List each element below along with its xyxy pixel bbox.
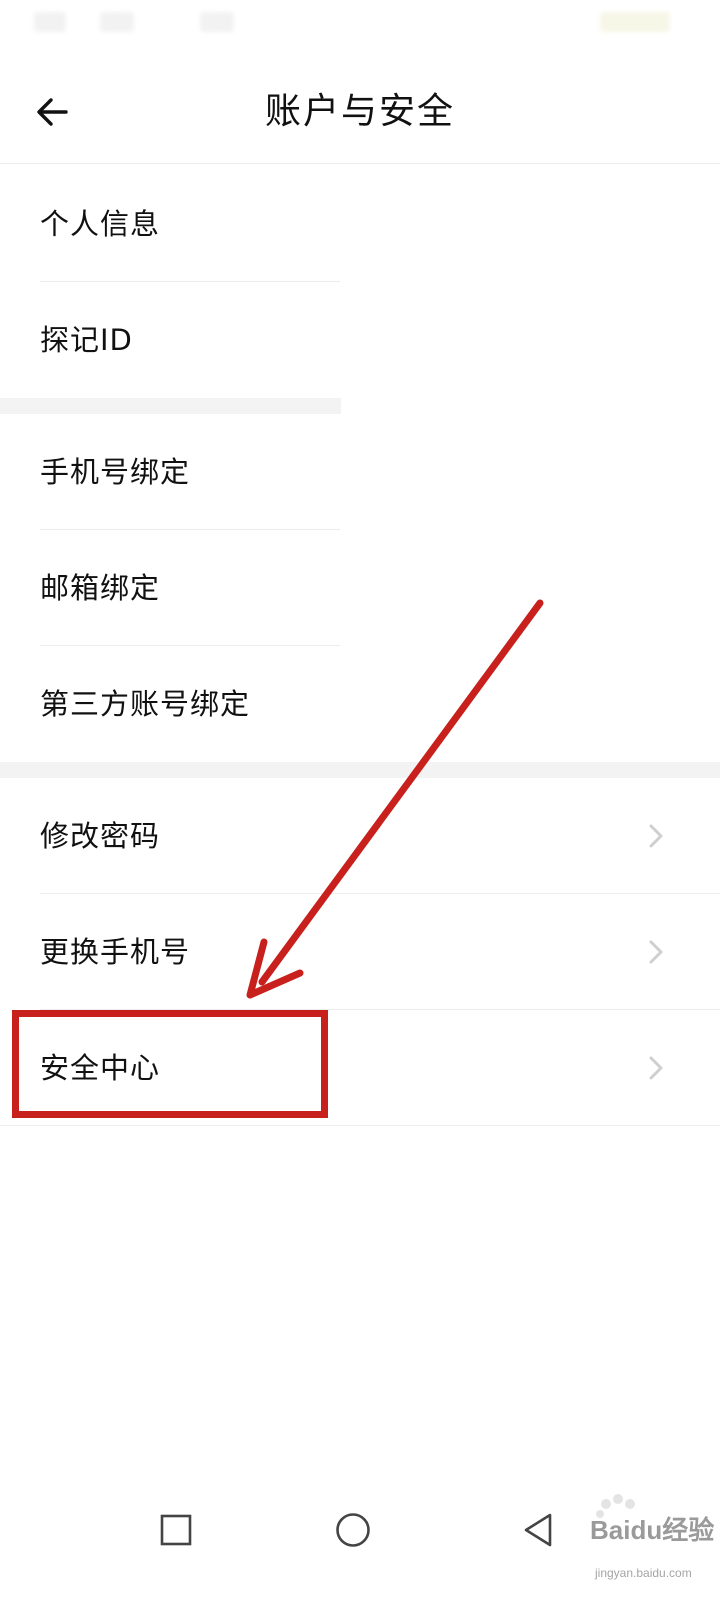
top-app-bar: 账户与安全 xyxy=(0,50,720,164)
watermark-subtext: jingyan.baidu.com xyxy=(595,1566,692,1580)
section-divider xyxy=(0,398,341,414)
menu-item-personal-info[interactable]: 个人信息 xyxy=(0,166,720,282)
highlight-box xyxy=(12,1010,328,1118)
battery-icon xyxy=(600,12,670,32)
section-divider xyxy=(0,762,720,778)
status-icon xyxy=(34,12,66,32)
chevron-right-icon xyxy=(649,1056,663,1080)
status-bar xyxy=(0,0,720,44)
menu-item-change-phone[interactable]: 更换手机号 xyxy=(0,894,720,1010)
home-button[interactable] xyxy=(329,1506,377,1554)
menu-item-tanji-id[interactable]: 探记ID xyxy=(0,282,720,398)
chevron-right-icon xyxy=(649,824,663,848)
circle-icon xyxy=(336,1513,370,1547)
menu-item-third-party-binding[interactable]: 第三方账号绑定 xyxy=(0,646,720,762)
page-title: 账户与安全 xyxy=(264,91,455,132)
menu-item-label: 修改密码 xyxy=(40,819,161,853)
menu-item-label: 第三方账号绑定 xyxy=(40,687,251,721)
status-icon xyxy=(100,12,134,32)
watermark-text: Baidu经验 xyxy=(590,1515,715,1545)
menu-item-label: 手机号绑定 xyxy=(40,455,191,489)
chevron-right-icon xyxy=(649,940,663,964)
status-icon xyxy=(200,12,234,32)
menu-item-email-binding[interactable]: 邮箱绑定 xyxy=(0,530,720,646)
triangle-back-icon xyxy=(524,1513,552,1547)
divider xyxy=(0,1125,720,1126)
menu-item-phone-binding[interactable]: 手机号绑定 xyxy=(0,414,720,530)
back-nav-button[interactable] xyxy=(514,1506,562,1554)
menu-item-label: 探记ID xyxy=(40,323,133,357)
menu-item-change-password[interactable]: 修改密码 xyxy=(0,778,720,894)
menu-item-label: 邮箱绑定 xyxy=(40,571,161,605)
recent-apps-button[interactable] xyxy=(152,1506,200,1554)
menu-item-label: 个人信息 xyxy=(40,207,161,241)
menu-item-label: 更换手机号 xyxy=(40,935,191,969)
settings-list: 个人信息 探记ID 手机号绑定 邮箱绑定 第三方账号绑定 修改密码 更换手机号 … xyxy=(0,166,720,1126)
square-icon xyxy=(160,1514,192,1546)
